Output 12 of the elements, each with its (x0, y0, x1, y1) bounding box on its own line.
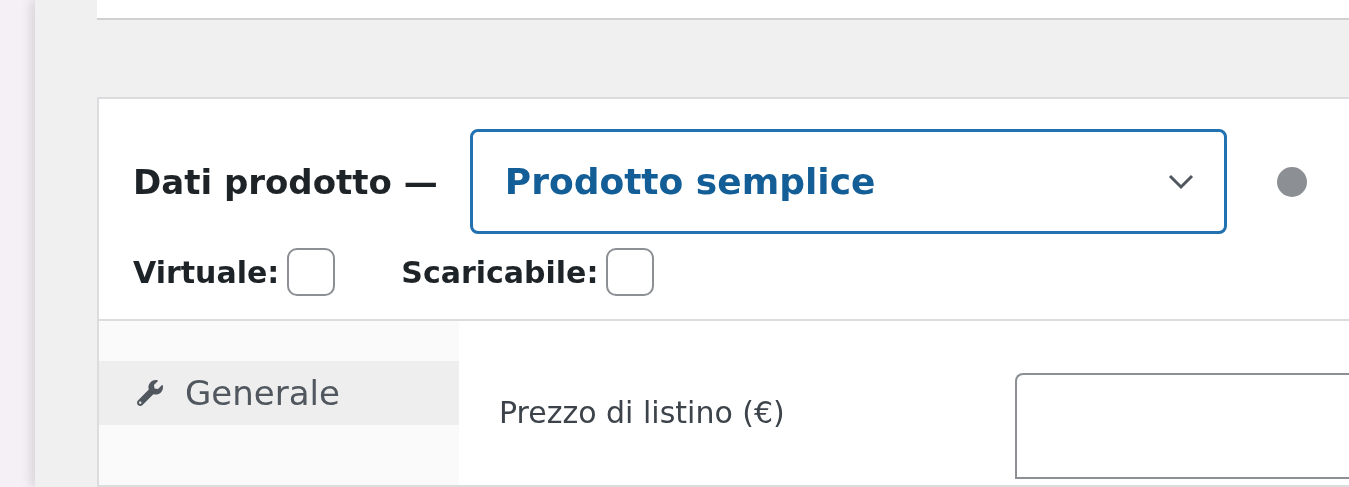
help-icon[interactable] (1276, 166, 1307, 197)
checkbox[interactable] (287, 248, 336, 296)
wrench-icon (137, 380, 163, 406)
tab[interactable]: Generale (99, 361, 459, 425)
price-input[interactable] (1015, 373, 1349, 479)
chevron-down-icon (1167, 173, 1194, 190)
option-label: Scaricabile: (401, 254, 599, 290)
panel-title: Dati prodotto — (133, 161, 438, 202)
checkbox[interactable] (606, 248, 655, 296)
option-label: Virtuale: (133, 254, 280, 290)
field-label: Prezzo di listino (€) (499, 394, 786, 430)
product-type-select[interactable]: Prodotto semplice (469, 129, 1227, 234)
